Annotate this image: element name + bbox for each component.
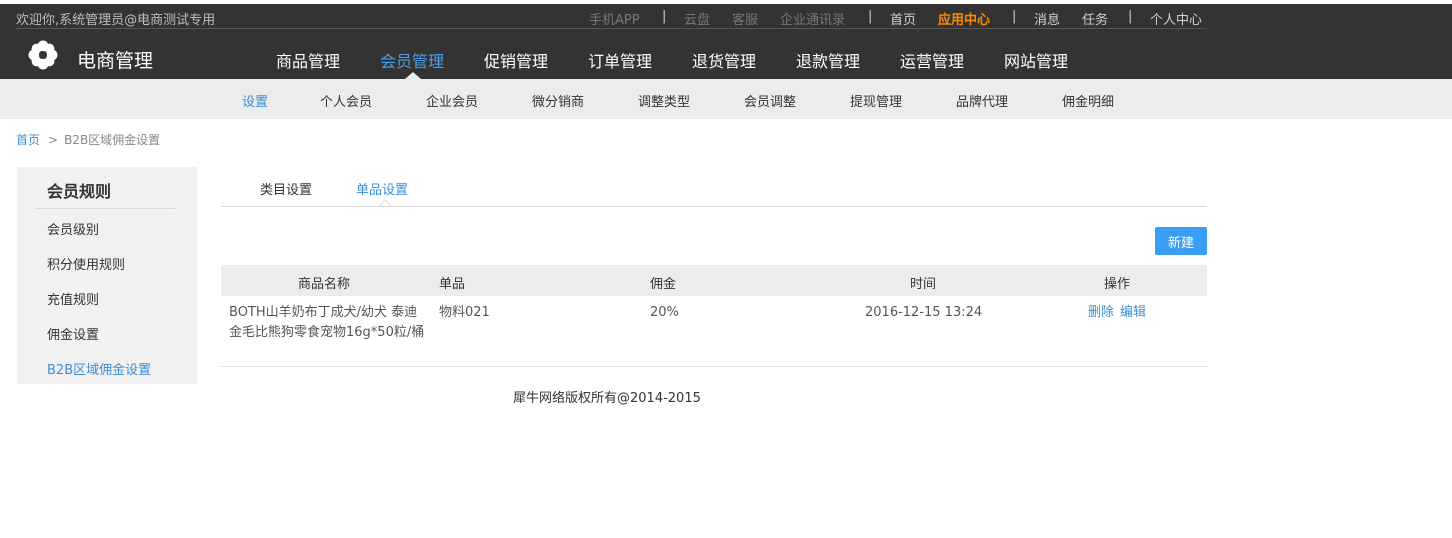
tab-category-settings[interactable]: 类目设置 xyxy=(260,179,312,198)
main-nav-item-orders[interactable]: 订单管理 xyxy=(588,48,652,72)
breadcrumb-separator: > xyxy=(48,133,59,147)
breadcrumb-current: B2B区域佣金设置 xyxy=(64,133,161,147)
sidebar-item-b2b-region-commission[interactable]: B2B区域佣金设置 xyxy=(47,359,151,378)
topbar-divider xyxy=(16,28,1207,29)
customer-service-link[interactable]: 客服 xyxy=(732,9,758,28)
sidebar: 会员规则 会员级别 积分使用规则 充值规则 佣金设置 B2B区域佣金设置 xyxy=(17,167,197,384)
cell-product-name: BOTH山羊奶布丁成犬/幼犬 泰迪金毛比熊狗零食宠物16g*50粒/桶 xyxy=(229,305,425,340)
flower-logo-icon xyxy=(28,40,58,70)
home-link[interactable]: 首页 xyxy=(890,9,916,28)
sub-nav-item-brand-agents[interactable]: 品牌代理 xyxy=(956,91,1008,110)
sidebar-item-points-rules[interactable]: 积分使用规则 xyxy=(47,254,125,273)
sub-nav-item-adjust-types[interactable]: 调整类型 xyxy=(638,91,690,110)
profile-link[interactable]: 个人中心 xyxy=(1150,9,1202,28)
directory-link[interactable]: 企业通讯录 xyxy=(780,9,845,28)
table-row: BOTH山羊奶布丁成犬/幼犬 泰迪金毛比熊狗零食宠物16g*50粒/桶 物料02… xyxy=(221,296,1207,367)
sidebar-item-recharge-rules[interactable]: 充值规则 xyxy=(47,289,99,308)
sidebar-item-member-levels[interactable]: 会员级别 xyxy=(47,219,99,238)
cell-commission: 20% xyxy=(650,305,679,320)
sub-nav-item-settings[interactable]: 设置 xyxy=(242,91,268,110)
main-nav-item-members[interactable]: 会员管理 xyxy=(380,48,444,72)
edit-link[interactable]: 编辑 xyxy=(1120,303,1146,323)
column-header-actions: 操作 xyxy=(1104,277,1131,292)
delete-link[interactable]: 删除 xyxy=(1088,303,1114,323)
sub-nav-item-enterprise-members[interactable]: 企业会员 xyxy=(426,91,478,110)
top-separator: | xyxy=(1012,9,1017,24)
top-separator: | xyxy=(868,9,873,24)
cloud-disk-link[interactable]: 云盘 xyxy=(684,9,710,28)
sidebar-item-commission-settings[interactable]: 佣金设置 xyxy=(47,324,99,343)
sub-nav-item-personal-members[interactable]: 个人会员 xyxy=(320,91,372,110)
top-separator: | xyxy=(662,9,667,24)
messages-link[interactable]: 消息 xyxy=(1034,9,1060,28)
sub-nav-item-commission-details[interactable]: 佣金明细 xyxy=(1062,91,1114,110)
main-nav-item-promotions[interactable]: 促销管理 xyxy=(484,48,548,72)
column-header-product-name: 商品名称 xyxy=(298,277,351,292)
active-nav-caret xyxy=(405,72,421,79)
footer-copyright: 犀牛网络版权所有@2014-2015 xyxy=(513,391,701,406)
sub-nav: 设置 个人会员 企业会员 微分销商 调整类型 会员调整 提现管理 品牌代理 佣金… xyxy=(0,79,1452,119)
breadcrumb: 首页 > B2B区域佣金设置 xyxy=(16,131,160,148)
welcome-text: 欢迎你,系统管理员@电商测试专用 xyxy=(16,13,216,28)
main-nav-item-returns[interactable]: 退货管理 xyxy=(692,48,756,72)
sub-nav-item-withdrawals[interactable]: 提现管理 xyxy=(850,91,902,110)
top-header: 欢迎你,系统管理员@电商测试专用 手机APP | 云盘 客服 企业通讯录 | 首… xyxy=(0,4,1452,79)
commission-table: 商品名称 单品 佣金 时间 操作 BOTH山羊奶布丁成犬/幼犬 泰迪金毛比熊狗零… xyxy=(221,265,1207,367)
table-header: 商品名称 单品 佣金 时间 操作 xyxy=(221,265,1207,296)
app-center-link[interactable]: 应用中心 xyxy=(938,9,990,28)
new-button[interactable]: 新建 xyxy=(1155,227,1207,255)
cell-sku: 物料021 xyxy=(439,305,490,320)
top-bar: 欢迎你,系统管理员@电商测试专用 手机APP | 云盘 客服 企业通讯录 | 首… xyxy=(0,4,1452,30)
column-header-sku: 单品 xyxy=(439,277,466,292)
main-nav-item-refunds[interactable]: 退款管理 xyxy=(796,48,860,72)
sidebar-title: 会员规则 xyxy=(47,182,112,201)
active-tab-caret xyxy=(379,199,391,206)
main-nav-item-website[interactable]: 网站管理 xyxy=(1004,48,1068,72)
settings-tabs: 类目设置 单品设置 xyxy=(221,170,1207,207)
main-nav-item-products[interactable]: 商品管理 xyxy=(276,48,340,72)
sub-nav-item-member-adjust[interactable]: 会员调整 xyxy=(744,91,796,110)
breadcrumb-home[interactable]: 首页 xyxy=(16,133,40,147)
tasks-link[interactable]: 任务 xyxy=(1082,9,1108,28)
column-header-commission: 佣金 xyxy=(650,277,677,292)
cell-time: 2016-12-15 13:24 xyxy=(865,305,983,320)
top-separator: | xyxy=(1128,9,1133,24)
sidebar-divider xyxy=(35,208,175,209)
main-nav-item-operations[interactable]: 运营管理 xyxy=(900,48,964,72)
column-header-time: 时间 xyxy=(910,277,937,292)
sub-nav-item-distributors[interactable]: 微分销商 xyxy=(532,91,584,110)
tab-item-settings[interactable]: 单品设置 xyxy=(356,179,408,198)
mobile-app-link[interactable]: 手机APP xyxy=(589,9,640,28)
brand-title: 电商管理 xyxy=(77,50,154,72)
